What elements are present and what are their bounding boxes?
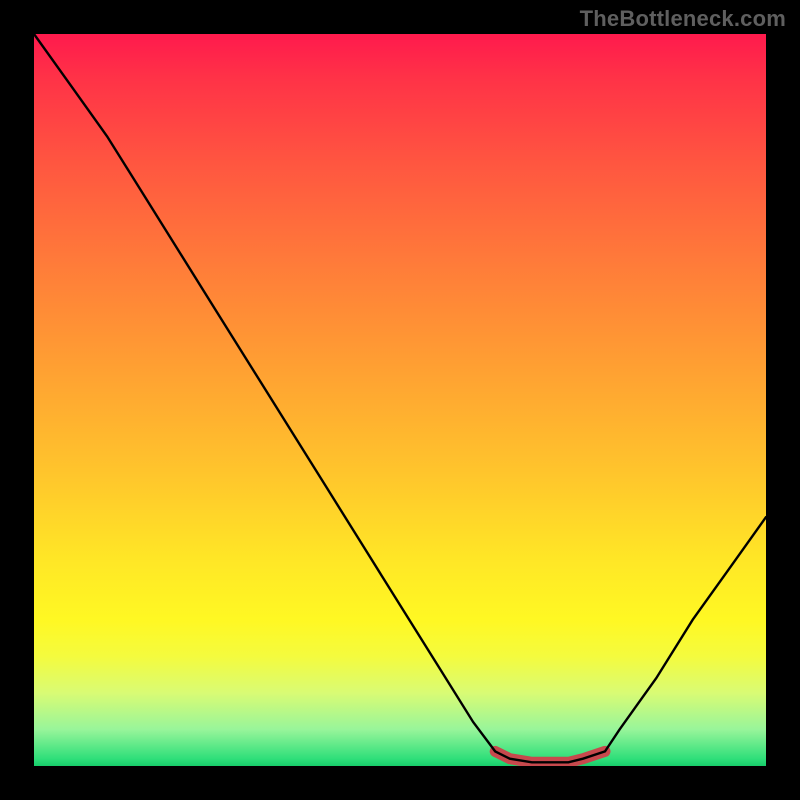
- watermark-text: TheBottleneck.com: [580, 6, 786, 32]
- curve-layer: [34, 34, 766, 766]
- chart-frame: TheBottleneck.com: [0, 0, 800, 800]
- bottleneck-curve: [34, 34, 766, 762]
- plot-area: [34, 34, 766, 766]
